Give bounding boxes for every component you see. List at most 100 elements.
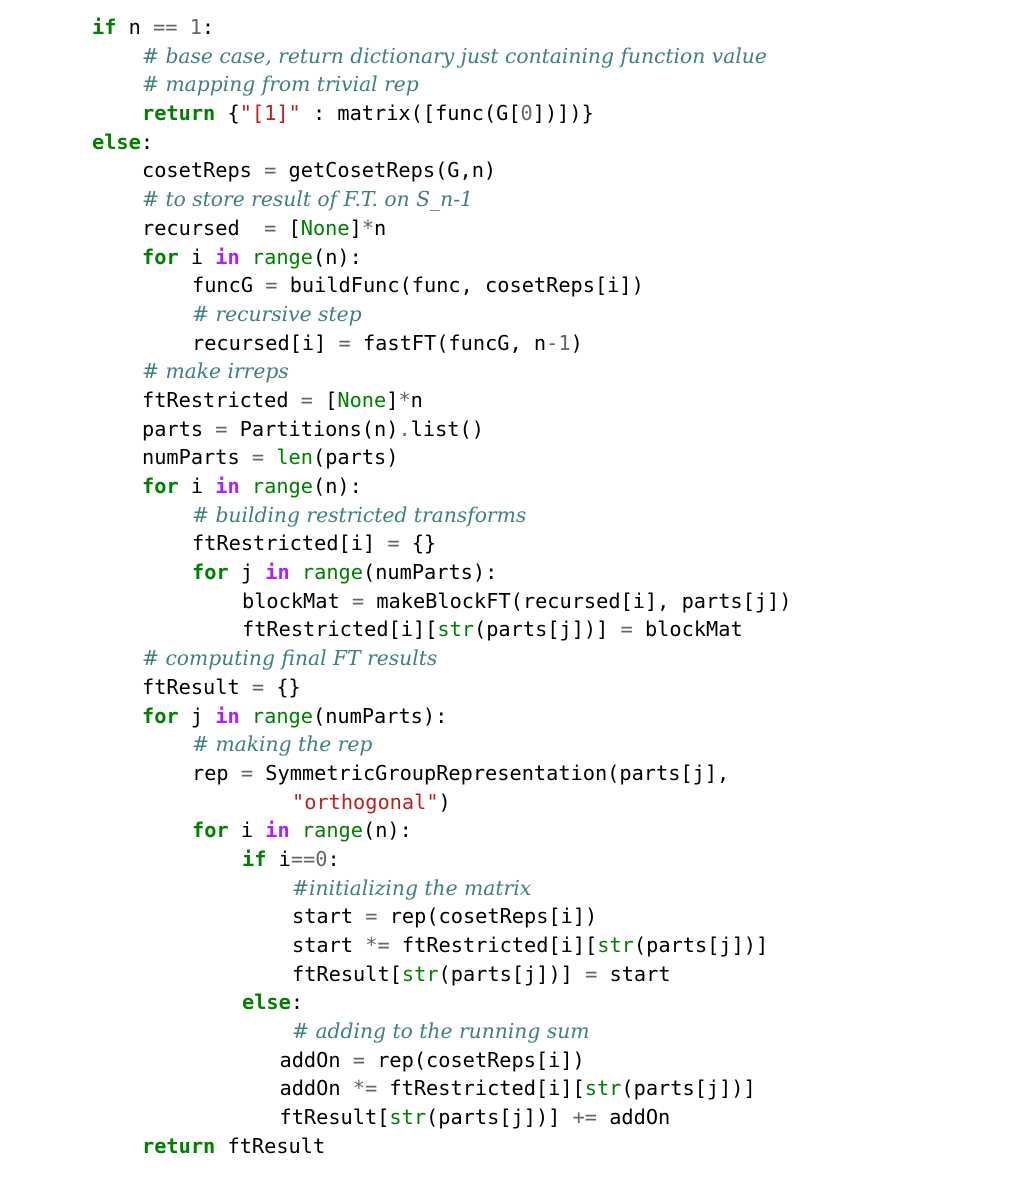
- code-text: start: [292, 904, 366, 929]
- operator: =: [351, 588, 365, 613]
- code-line: for i in range(n):: [92, 816, 792, 845]
- code-text: fastFT(funcG, n: [350, 330, 547, 355]
- code-text: (parts[j])]: [633, 933, 769, 957]
- comment: # mapping from trivial rep: [142, 72, 419, 97]
- code-line: addOn = rep(cosetReps[i]): [92, 1046, 792, 1075]
- builtin: range: [301, 818, 363, 843]
- code-text: rep(cosetReps[i]): [377, 904, 598, 929]
- code-text: blockMat: [242, 588, 352, 613]
- code-line: # computing final FT results: [92, 644, 792, 673]
- code-line: blockMat = makeBlockFT(recursed[i], part…: [92, 587, 792, 616]
- operator: *=: [352, 1076, 378, 1101]
- code-text: ftResult[: [292, 961, 402, 986]
- operator: ==: [290, 846, 316, 871]
- code-text: :: [327, 846, 340, 871]
- keyword: return: [142, 1133, 216, 1158]
- operator: =: [251, 445, 265, 470]
- code-line: for i in range(n):: [92, 243, 792, 272]
- code-text: addOn: [597, 1105, 671, 1130]
- code-text: :: [290, 990, 304, 1015]
- comment: # building restricted transforms: [192, 502, 527, 527]
- code-text: j: [178, 703, 216, 728]
- code-text: cosetReps: [142, 158, 265, 183]
- code-listing: if n == 1: # base case, return dictionary…: [92, 13, 792, 1161]
- comment: # recursive step: [192, 301, 362, 326]
- code-line: start *= ftRestricted[i][str(parts[j])]: [92, 931, 792, 960]
- code-text: start: [597, 961, 671, 986]
- code-text: i: [266, 846, 291, 871]
- code-line: ftResult[str(parts[j])] += addOn: [92, 1103, 792, 1132]
- comment: #initializing the matrix: [292, 875, 532, 900]
- operator: ==: [153, 15, 178, 39]
- operator: =: [265, 273, 278, 298]
- code-text: {}: [264, 674, 301, 699]
- code-line: if i==0:: [92, 845, 792, 874]
- number: 0: [520, 101, 533, 126]
- operator-word: in: [215, 703, 240, 728]
- code-text: rep(cosetReps[i]): [364, 1047, 585, 1072]
- code-text: rep: [192, 760, 241, 785]
- operator-word: in: [215, 244, 240, 269]
- code-text: ftResult: [142, 674, 252, 699]
- comment: # computing final FT results: [142, 646, 438, 671]
- code-line: return ftResult: [92, 1132, 792, 1161]
- code-text: ftRestricted: [142, 387, 301, 412]
- operator: -: [546, 330, 559, 355]
- code-line: # adding to the running sum: [92, 1017, 792, 1046]
- code-text: ): [438, 789, 451, 814]
- code-line: rep = SymmetricGroupRepresentation(parts…: [92, 759, 792, 788]
- code-text: [: [312, 387, 338, 412]
- builtin: len: [276, 445, 313, 470]
- operator: *: [361, 215, 375, 240]
- code-text: ): [570, 330, 583, 355]
- code-text: : matrix([func(G[: [300, 101, 521, 126]
- operator: +=: [572, 1105, 597, 1130]
- code-text: (n):: [312, 474, 362, 498]
- code-line: ftRestricted[i][str(parts[j])] = blockMa…: [92, 615, 792, 644]
- keyword: else: [92, 129, 141, 154]
- code-text: (parts): [312, 445, 399, 470]
- code-line: # building restricted transforms: [92, 501, 792, 530]
- code-line: numParts = len(parts): [92, 443, 792, 472]
- code-text: addOn: [279, 1047, 353, 1072]
- code-line: else:: [92, 128, 792, 157]
- operator: =: [338, 330, 351, 355]
- code-line: for j in range(numParts):: [92, 558, 792, 587]
- code-text: :: [140, 129, 154, 154]
- operator: =: [585, 961, 598, 986]
- operator-word: in: [265, 818, 290, 843]
- code-text: [: [276, 215, 301, 240]
- keyword: for: [192, 560, 229, 585]
- operator-word: in: [265, 560, 290, 585]
- code-text: (parts[j])]: [621, 1076, 756, 1101]
- code-text: i: [228, 818, 266, 843]
- code-line: cosetReps = getCosetReps(G,n): [92, 156, 792, 185]
- keyword: if: [242, 846, 267, 871]
- builtin: range: [251, 703, 313, 728]
- operator: *=: [365, 933, 390, 957]
- code-line: recursed = [None]*n: [92, 214, 792, 243]
- operator: =: [264, 215, 277, 240]
- builtin: range: [251, 244, 313, 269]
- number: 1: [558, 330, 571, 355]
- operator: .: [398, 416, 411, 441]
- code-text: recursed[i]: [192, 330, 339, 355]
- builtin: None: [300, 215, 350, 240]
- code-text: ftRestricted[i][: [242, 617, 438, 642]
- code-line: recursed[i] = fastFT(funcG, n-1): [92, 329, 792, 358]
- code-line: start = rep(cosetReps[i]): [92, 902, 792, 931]
- code-text: (numParts):: [312, 703, 448, 728]
- code-text: i: [178, 474, 216, 498]
- code-text: list(): [410, 416, 484, 441]
- code-text: numParts: [142, 445, 252, 470]
- code-text: funcG: [192, 273, 266, 298]
- code-text: SymmetricGroupRepresentation(parts[j],: [253, 760, 730, 785]
- code-text: n: [116, 15, 154, 39]
- code-text: parts: [142, 416, 216, 441]
- code-line: # make irreps: [92, 357, 792, 386]
